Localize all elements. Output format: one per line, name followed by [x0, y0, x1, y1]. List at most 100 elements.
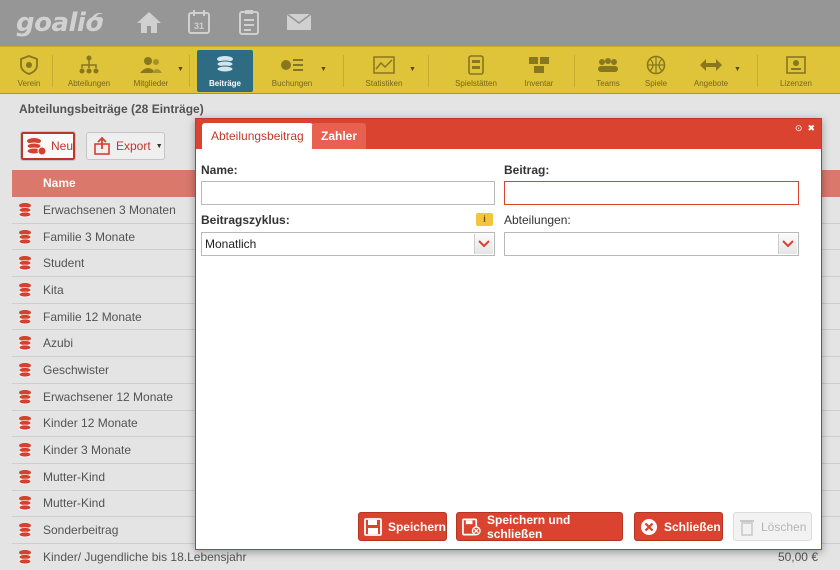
save-button[interactable]: Speichern — [358, 512, 447, 541]
info-icon[interactable]: i — [476, 213, 493, 226]
save-and-close-label: Speichern und schließen — [487, 512, 571, 541]
chevron-down-icon[interactable]: ▼ — [734, 66, 741, 73]
mail-icon[interactable] — [283, 6, 315, 38]
chevron-down-icon[interactable]: ▼ — [320, 66, 327, 73]
coins-icon — [17, 522, 37, 538]
venue-icon — [464, 55, 488, 75]
logo-mark-icon — [90, 12, 103, 23]
offers-icon — [699, 55, 723, 75]
teams-icon — [596, 55, 620, 75]
name-label: Name: — [201, 163, 238, 177]
beitrag-label: Beitrag: — [504, 163, 550, 177]
row-name: Student — [43, 256, 85, 271]
calendar-day: 31 — [194, 21, 204, 31]
floppy-disk-icon — [364, 517, 382, 536]
coins-icon — [17, 362, 37, 378]
trash-icon — [740, 519, 754, 536]
pin-icon[interactable]: ⊙ — [795, 123, 803, 134]
coins-icon — [17, 282, 37, 298]
beitrag-field[interactable] — [504, 181, 799, 205]
toolbar-divider — [574, 55, 575, 87]
toolbar-label: Inventar — [524, 79, 554, 88]
toolbar-label: Lizenzen — [779, 79, 813, 88]
row-name: Kinder/ Jugendliche bis 18.Lebensjahr — [43, 549, 247, 564]
save-button-label: Speichern — [387, 519, 446, 534]
clipboard-icon[interactable] — [233, 6, 265, 38]
coins-icon — [17, 202, 37, 218]
delete-button-label: Löschen — [761, 519, 807, 534]
toolbar-divider — [428, 55, 429, 87]
coins-icon — [17, 549, 37, 565]
export-button-label: Export — [116, 139, 151, 153]
toolbar-mitglieder[interactable]: Mitglieder — [128, 50, 174, 92]
toolbar-verein[interactable]: Verein — [10, 50, 48, 92]
toolbar-label: Spiele — [644, 79, 668, 88]
coins-icon — [213, 55, 237, 75]
toolbar-lizenzen[interactable]: Lizenzen — [774, 50, 818, 92]
stats-icon — [372, 55, 396, 75]
toolbar-label: Verein — [17, 79, 41, 88]
export-button[interactable]: Export ▼ — [86, 132, 165, 160]
row-price: 50,00 € — [777, 549, 818, 564]
row-name: Kinder 12 Monate — [43, 416, 138, 431]
coins-add-icon — [26, 138, 47, 156]
chevron-down-icon[interactable] — [778, 234, 797, 254]
main-toolbar: Verein Abteilungen Mitglieder ▼ Beiträge… — [0, 46, 840, 94]
page-title: Abteilungsbeiträge (28 Einträge) — [19, 102, 204, 116]
toolbar-label: Spielstätten — [455, 79, 497, 88]
new-button[interactable]: Neu — [20, 131, 76, 161]
coins-icon — [17, 469, 37, 485]
coins-icon — [17, 415, 37, 431]
floppy-disk-close-icon — [462, 518, 481, 535]
toolbar-divider — [343, 55, 344, 87]
chevron-down-icon[interactable]: ▼ — [177, 66, 184, 73]
toolbar-abteilungen[interactable]: Abteilungen — [62, 50, 116, 92]
name-field[interactable] — [201, 181, 495, 205]
abteilungen-select[interactable] — [504, 232, 799, 256]
row-name: Erwachsenen 3 Monaten — [43, 202, 176, 217]
toolbar-statistiken[interactable]: Statistiken — [358, 50, 410, 92]
row-name: Geschwister — [43, 362, 110, 377]
coins-icon — [17, 229, 37, 245]
toolbar-beitraege[interactable]: Beiträge — [197, 50, 253, 92]
toolbar-inventar[interactable]: Inventar — [518, 50, 560, 92]
coins-icon — [17, 442, 37, 458]
dialog-header: Abteilungsbeitrag Zahler ⊙ ✖ — [196, 119, 821, 149]
close-icon[interactable]: ✖ — [807, 123, 815, 134]
row-name: Kinder 3 Monate — [43, 443, 132, 458]
toolbar-buchungen[interactable]: Buchungen — [266, 50, 318, 92]
coins-icon — [17, 309, 37, 325]
row-name: Mutter-Kind — [43, 496, 106, 511]
toolbar-label: Abteilungen — [67, 79, 111, 88]
toolbar-angebote[interactable]: Angebote — [688, 50, 734, 92]
row-name: Azubi — [43, 336, 74, 351]
top-header: goalio 31 — [0, 0, 840, 46]
save-and-close-button[interactable]: Speichern und schließen — [456, 512, 623, 541]
zyklus-select[interactable]: Monatlich — [201, 232, 495, 256]
toolbar-label: Teams — [596, 79, 620, 88]
toolbar-label: Statistiken — [365, 79, 403, 88]
close-button[interactable]: Schließen — [634, 512, 723, 541]
close-circle-icon — [641, 518, 657, 535]
tab-zahler[interactable]: Zahler — [312, 123, 367, 149]
chevron-down-icon[interactable] — [474, 234, 493, 254]
row-name: Familie 3 Monate — [43, 229, 136, 244]
delete-button[interactable]: Löschen — [733, 512, 812, 541]
inventory-icon — [527, 55, 551, 75]
coins-icon — [17, 335, 37, 351]
toolbar-teams[interactable]: Teams — [590, 50, 626, 92]
edit-contribution-dialog: Abteilungsbeitrag Zahler ⊙ ✖ Name: Beitr… — [195, 118, 822, 550]
coins-icon — [17, 389, 37, 405]
toolbar-label: Angebote — [693, 79, 729, 88]
toolbar-label: Mitglieder — [133, 79, 169, 88]
home-icon[interactable] — [133, 6, 165, 38]
calendar-icon[interactable]: 31 — [183, 6, 215, 38]
tab-abteilungsbeitrag[interactable]: Abteilungsbeitrag — [202, 123, 313, 149]
row-name: Sonderbeitrag — [43, 523, 119, 538]
close-button-label: Schließen — [664, 519, 721, 534]
chevron-down-icon[interactable]: ▼ — [409, 66, 416, 73]
toolbar-spiele[interactable]: Spiele — [638, 50, 674, 92]
toolbar-label: Buchungen — [271, 79, 313, 88]
toolbar-spielstaetten[interactable]: Spielstätten — [450, 50, 502, 92]
row-name: Erwachsener 12 Monate — [43, 389, 174, 404]
